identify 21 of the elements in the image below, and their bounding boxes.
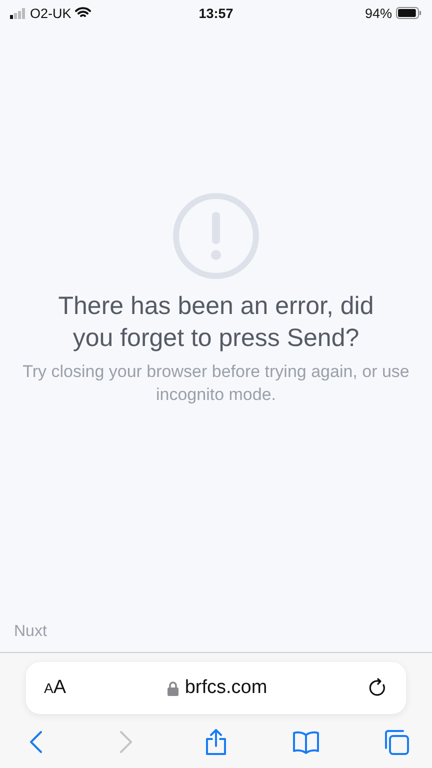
battery-percentage: 94%	[364, 6, 392, 20]
share-icon	[204, 728, 228, 756]
address-bar[interactable]: AA brfcs.com	[26, 662, 406, 714]
tabs-icon	[382, 728, 410, 756]
chevron-right-icon	[119, 730, 133, 754]
url-text: brfcs.com	[184, 677, 268, 699]
signal-icon	[10, 8, 26, 18]
footer-text: Nuxt	[14, 623, 47, 641]
clock-time: 13:57	[198, 6, 234, 20]
book-icon	[292, 730, 320, 754]
exclamation-icon	[172, 192, 260, 280]
error-message: Try closing your browser before trying again, or use incognito mode.	[22, 360, 410, 406]
lock-icon	[166, 680, 179, 696]
tabs-button[interactable]	[382, 728, 410, 756]
error-title: There has been an error, did you forget to press Send?	[57, 290, 375, 354]
reload-icon[interactable]	[368, 678, 388, 698]
battery-icon	[396, 7, 422, 19]
text-size-button[interactable]: AA	[44, 677, 66, 699]
wifi-icon	[75, 7, 92, 19]
carrier-name: O2-UK	[30, 6, 72, 20]
chevron-left-icon	[29, 730, 43, 754]
